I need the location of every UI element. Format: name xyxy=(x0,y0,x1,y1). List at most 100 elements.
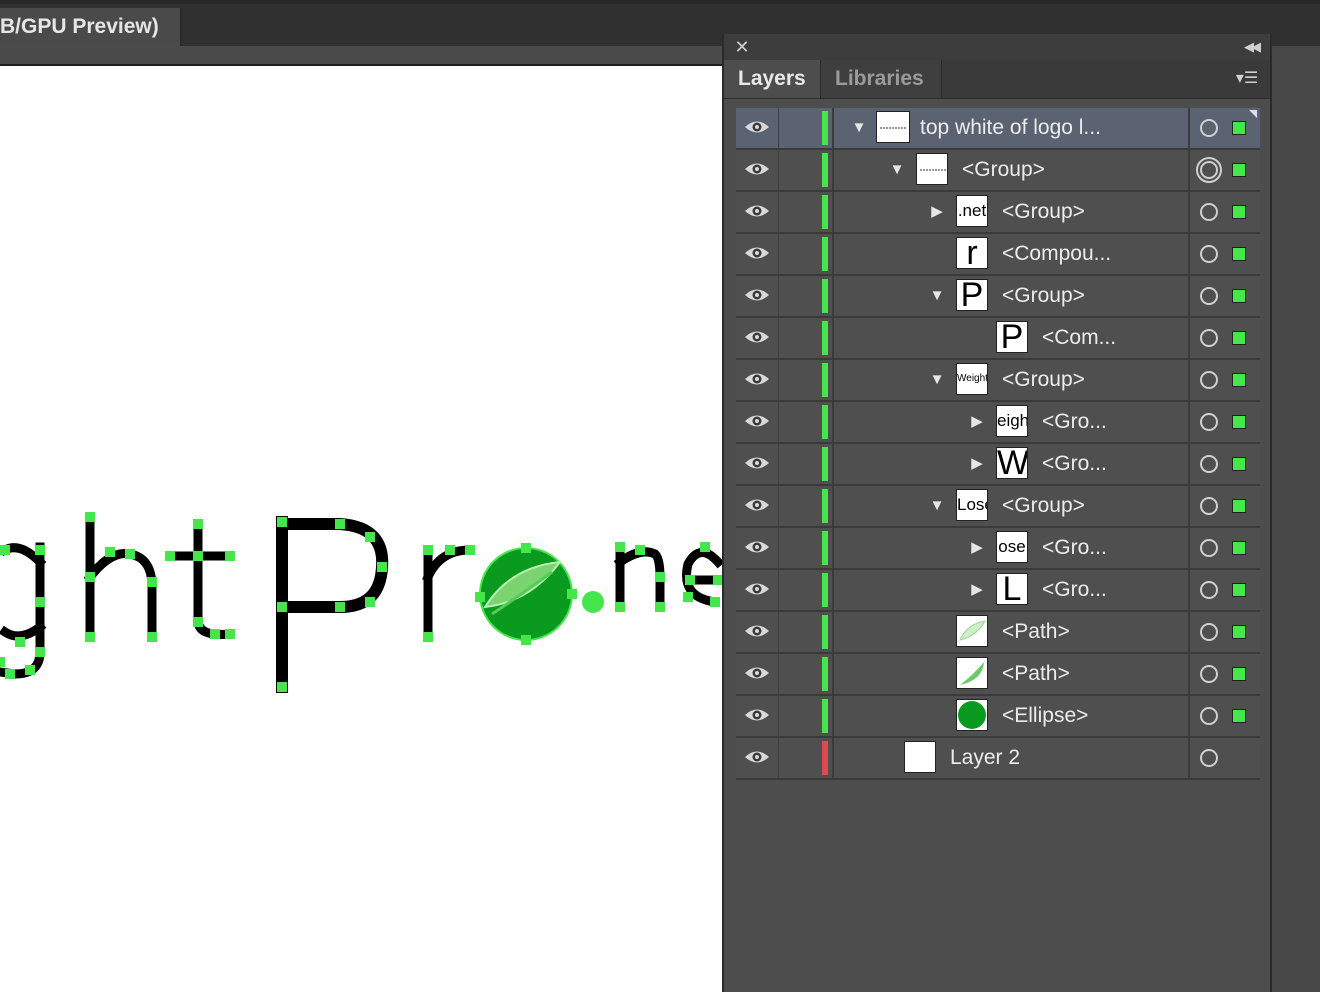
layer-name[interactable]: <Gro... xyxy=(1042,570,1107,610)
eye-icon[interactable] xyxy=(744,117,770,137)
layer-row[interactable]: P <Com... xyxy=(736,318,1260,360)
target-circle-icon[interactable] xyxy=(1200,413,1218,431)
eye-icon[interactable] xyxy=(744,747,770,767)
target-circle-icon[interactable] xyxy=(1200,119,1218,137)
expand-triangle-right-icon[interactable]: ▶ xyxy=(968,579,986,601)
layer-row[interactable]: Layer 2 xyxy=(736,738,1260,780)
selection-indicator[interactable] xyxy=(1232,709,1246,723)
selection-indicator[interactable] xyxy=(1232,541,1246,555)
lock-column[interactable] xyxy=(778,444,779,484)
eye-icon[interactable] xyxy=(744,159,770,179)
layer-row[interactable]: ▶ ose <Gro... xyxy=(736,528,1260,570)
target-circle-icon[interactable] xyxy=(1200,287,1218,305)
selection-indicator[interactable] xyxy=(1232,247,1246,261)
selection-indicator[interactable] xyxy=(1232,415,1246,429)
logo-artwork[interactable] xyxy=(0,66,724,992)
lock-column[interactable] xyxy=(778,360,779,400)
target-circle-icon[interactable] xyxy=(1200,707,1218,725)
eye-icon[interactable] xyxy=(744,369,770,389)
panel-menu-icon[interactable]: ▾☰ xyxy=(1232,68,1262,90)
layer-row[interactable]: ▶ eight <Gro... xyxy=(736,402,1260,444)
tab-layers[interactable]: Layers xyxy=(724,60,820,98)
target-circle-icon[interactable] xyxy=(1200,329,1218,347)
selection-indicator[interactable] xyxy=(1232,289,1246,303)
selection-indicator[interactable] xyxy=(1232,667,1246,681)
tab-libraries[interactable]: Libraries xyxy=(820,60,942,98)
target-circle-icon[interactable] xyxy=(1200,455,1218,473)
selection-indicator[interactable] xyxy=(1232,331,1246,345)
layer-name[interactable]: top white of logo l... xyxy=(920,108,1101,148)
lock-column[interactable] xyxy=(778,108,779,148)
eye-icon[interactable] xyxy=(744,579,770,599)
close-icon[interactable]: ✕ xyxy=(732,36,752,58)
eye-icon[interactable] xyxy=(744,537,770,557)
target-circle-icon[interactable] xyxy=(1200,665,1218,683)
lock-column[interactable] xyxy=(778,486,779,526)
selection-indicator[interactable] xyxy=(1232,373,1246,387)
lock-column[interactable] xyxy=(778,570,779,610)
expand-triangle-down-icon[interactable]: ▼ xyxy=(888,159,906,181)
layer-row[interactable]: <Ellipse> xyxy=(736,696,1260,738)
eye-icon[interactable] xyxy=(744,663,770,683)
selection-indicator[interactable] xyxy=(1232,457,1246,471)
lock-column[interactable] xyxy=(778,402,779,442)
eye-icon[interactable] xyxy=(744,243,770,263)
eye-icon[interactable] xyxy=(744,201,770,221)
layer-row[interactable]: ▶ .net <Group> xyxy=(736,192,1260,234)
layer-row[interactable]: r <Compou... xyxy=(736,234,1260,276)
expand-triangle-right-icon[interactable]: ▶ xyxy=(928,201,946,223)
target-appearance-icon[interactable] xyxy=(1196,157,1222,183)
double-chevron-left-icon[interactable]: ◀◀ xyxy=(1240,37,1262,57)
lock-column[interactable] xyxy=(778,192,779,232)
layer-name[interactable]: <Group> xyxy=(1002,360,1085,400)
layer-name[interactable]: <Group> xyxy=(1002,192,1085,232)
layer-row[interactable]: ▼ top white of logo l... xyxy=(736,108,1260,150)
selection-indicator[interactable] xyxy=(1232,499,1246,513)
target-circle-icon[interactable] xyxy=(1200,203,1218,221)
selection-indicator[interactable] xyxy=(1232,583,1246,597)
layer-name[interactable]: <Gro... xyxy=(1042,444,1107,484)
expand-triangle-down-icon[interactable]: ▼ xyxy=(850,117,868,139)
expand-triangle-down-icon[interactable]: ▼ xyxy=(928,369,946,391)
eye-icon[interactable] xyxy=(744,495,770,515)
target-circle-icon[interactable] xyxy=(1200,581,1218,599)
layer-name[interactable]: <Compou... xyxy=(1002,234,1111,274)
artboard[interactable] xyxy=(0,64,724,992)
layer-row[interactable]: ▼ P <Group> xyxy=(736,276,1260,318)
target-circle-icon[interactable] xyxy=(1200,245,1218,263)
layer-row[interactable]: ▶ W <Gro... xyxy=(736,444,1260,486)
expand-triangle-down-icon[interactable]: ▼ xyxy=(928,495,946,517)
eye-icon[interactable] xyxy=(744,453,770,473)
layer-name[interactable]: <Gro... xyxy=(1042,402,1107,442)
selection-indicator[interactable] xyxy=(1232,205,1246,219)
lock-column[interactable] xyxy=(778,612,779,652)
lock-column[interactable] xyxy=(778,318,779,358)
eye-icon[interactable] xyxy=(744,705,770,725)
ellipse-mark[interactable] xyxy=(479,547,573,641)
lock-column[interactable] xyxy=(778,738,779,778)
expand-triangle-right-icon[interactable]: ▶ xyxy=(968,537,986,559)
layer-name[interactable]: <Com... xyxy=(1042,318,1116,358)
expand-triangle-down-icon[interactable]: ▼ xyxy=(928,285,946,307)
layer-row[interactable]: <Path> xyxy=(736,654,1260,696)
eye-icon[interactable] xyxy=(744,411,770,431)
lock-column[interactable] xyxy=(778,528,779,568)
target-circle-icon[interactable] xyxy=(1200,497,1218,515)
layer-name[interactable]: <Path> xyxy=(1002,612,1070,652)
layer-row[interactable]: ▼ <Group> xyxy=(736,150,1260,192)
target-circle-icon[interactable] xyxy=(1200,539,1218,557)
lock-column[interactable] xyxy=(778,150,779,190)
layer-name[interactable]: <Ellipse> xyxy=(1002,696,1088,736)
layer-row[interactable]: ▼ Lose <Group> xyxy=(736,486,1260,528)
expand-triangle-right-icon[interactable]: ▶ xyxy=(968,411,986,433)
selection-indicator[interactable] xyxy=(1232,625,1246,639)
layer-row[interactable]: ▼ Weight <Group> xyxy=(736,360,1260,402)
eye-icon[interactable] xyxy=(744,621,770,641)
lock-column[interactable] xyxy=(778,234,779,274)
lock-column[interactable] xyxy=(778,654,779,694)
layer-row[interactable]: ▶ L <Gro... xyxy=(736,570,1260,612)
layer-name[interactable]: Layer 2 xyxy=(950,738,1020,778)
layer-name[interactable]: <Path> xyxy=(1002,654,1070,694)
layer-name[interactable]: <Group> xyxy=(1002,486,1085,526)
target-circle-icon[interactable] xyxy=(1200,749,1218,767)
